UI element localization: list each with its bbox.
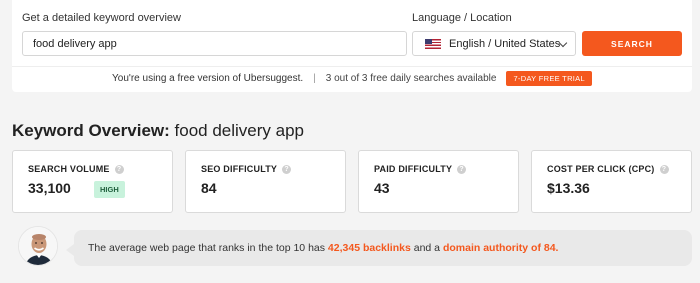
tip-message: The average web page that ranks in the t… bbox=[66, 230, 692, 266]
metric-label-wrap: COST PER CLICK (CPC) ? bbox=[547, 164, 669, 174]
metric-card-seo-difficulty: SEO DIFFICULTY ? 84 bbox=[185, 150, 346, 213]
metric-label-wrap: SEO DIFFICULTY ? bbox=[201, 164, 292, 174]
free-version-notice: You're using a free version of Ubersugge… bbox=[12, 66, 692, 90]
tip-text-start: The average web page that ranks in the t… bbox=[88, 242, 325, 254]
searches-suffix: free daily searches available bbox=[370, 73, 497, 84]
metric-label: COST PER CLICK (CPC) bbox=[547, 164, 655, 174]
info-icon[interactable]: ? bbox=[457, 164, 467, 174]
volume-level-badge: HIGH bbox=[94, 181, 125, 198]
metric-label: SEARCH VOLUME bbox=[28, 164, 110, 174]
location-label: Language / Location bbox=[412, 12, 512, 24]
metric-card-cpc: COST PER CLICK (CPC) ? $13.36 bbox=[531, 150, 692, 213]
page-title: Keyword Overview: food delivery app bbox=[12, 121, 304, 141]
metric-value: 84 bbox=[201, 180, 217, 196]
free-version-text: You're using a free version of Ubersugge… bbox=[112, 73, 304, 84]
metric-value: 33,100 bbox=[28, 180, 71, 196]
searches-total: 3 bbox=[361, 73, 368, 84]
metric-card-search-volume: SEARCH VOLUME ? 33,100 HIGH bbox=[12, 150, 173, 213]
notice-separator: | bbox=[313, 73, 316, 84]
metric-label-wrap: SEARCH VOLUME ? bbox=[28, 164, 124, 174]
search-panel: Get a detailed keyword overview Language… bbox=[12, 0, 692, 92]
metric-label: SEO DIFFICULTY bbox=[201, 164, 278, 174]
page-title-prefix: Keyword Overview: bbox=[12, 121, 170, 140]
location-select[interactable]: English / United States bbox=[412, 31, 576, 56]
tip-text-middle: and a bbox=[413, 242, 441, 254]
backlinks-highlight: 42,345 backlinks bbox=[327, 242, 411, 254]
searches-used: 3 bbox=[325, 73, 332, 84]
avatar bbox=[18, 226, 58, 266]
us-flag-icon bbox=[425, 38, 441, 49]
metric-label: PAID DIFFICULTY bbox=[374, 164, 453, 174]
info-icon[interactable]: ? bbox=[282, 164, 292, 174]
location-value: English / United States bbox=[449, 37, 561, 50]
page-title-keyword: food delivery app bbox=[174, 121, 304, 140]
search-count: 3 out of 3 free daily searches available bbox=[326, 73, 497, 84]
metric-label-wrap: PAID DIFFICULTY ? bbox=[374, 164, 467, 174]
metric-card-paid-difficulty: PAID DIFFICULTY ? 43 bbox=[358, 150, 519, 213]
info-icon[interactable]: ? bbox=[659, 164, 669, 174]
search-button[interactable]: SEARCH bbox=[582, 31, 682, 56]
tip-row: The average web page that ranks in the t… bbox=[12, 226, 692, 268]
keyword-input[interactable] bbox=[22, 31, 407, 56]
metric-value: 43 bbox=[374, 180, 390, 196]
keyword-label: Get a detailed keyword overview bbox=[22, 12, 181, 24]
searches-out-of: out of bbox=[334, 73, 360, 84]
metric-value: $13.36 bbox=[547, 180, 590, 196]
info-icon[interactable]: ? bbox=[114, 164, 124, 174]
domain-authority-highlight: domain authority of 84. bbox=[442, 242, 559, 254]
avatar-portrait bbox=[19, 227, 57, 265]
free-trial-button[interactable]: 7-DAY FREE TRIAL bbox=[506, 71, 592, 86]
